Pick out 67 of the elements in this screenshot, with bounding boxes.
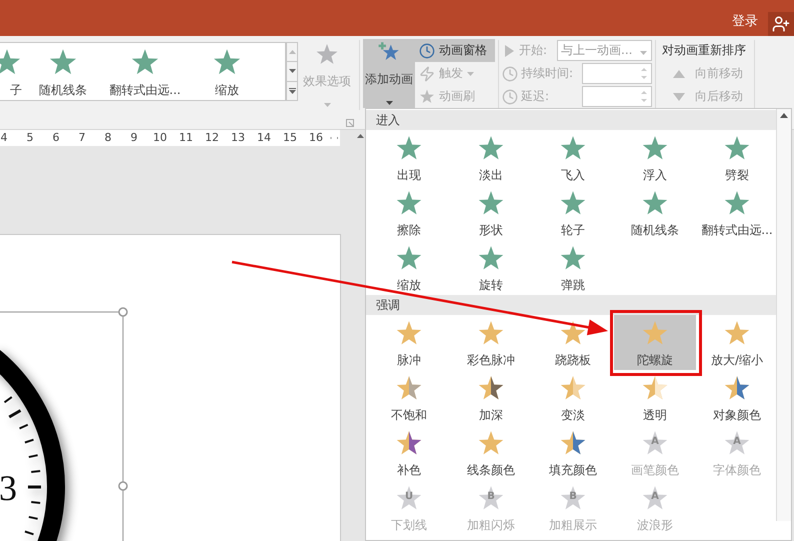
icon-letter: B bbox=[568, 491, 578, 502]
account-button[interactable] bbox=[768, 12, 794, 36]
play-icon bbox=[502, 44, 516, 58]
down-triangle-icon bbox=[673, 92, 685, 100]
field-label: 开始: bbox=[519, 42, 548, 59]
scroll-up-icon bbox=[780, 113, 788, 118]
animation-option[interactable]: 淡出 bbox=[450, 130, 532, 185]
more-button[interactable] bbox=[286, 82, 298, 101]
lightning-icon bbox=[419, 66, 435, 82]
animation-option[interactable]: 不饱和 bbox=[368, 370, 450, 425]
caret-icon bbox=[386, 101, 392, 105]
animation-option[interactable]: 线条颜色 bbox=[450, 425, 532, 480]
spinner-arrows-icon bbox=[640, 89, 648, 104]
animation-option[interactable]: 劈裂 bbox=[696, 130, 778, 185]
field-label: 延迟: bbox=[521, 88, 550, 105]
animation-option[interactable]: 随机线条 bbox=[614, 185, 696, 240]
gallery-item[interactable]: 翻转式由远... bbox=[104, 43, 186, 100]
sign-in-link[interactable]: 登录 bbox=[732, 12, 758, 30]
scroll-down-button[interactable] bbox=[286, 62, 298, 82]
caret-icon bbox=[467, 72, 474, 76]
icon-letter: A bbox=[650, 491, 660, 502]
up-arrow-icon bbox=[288, 50, 296, 54]
icon-letter: B bbox=[486, 491, 496, 502]
scroll-up-icon bbox=[356, 134, 364, 138]
clock-icon bbox=[419, 42, 435, 58]
field-label: 持续时间: bbox=[521, 65, 574, 82]
icon-letter: A bbox=[732, 436, 742, 447]
clock-icon bbox=[502, 88, 518, 104]
animation-option[interactable]: 弹跳 bbox=[532, 240, 614, 295]
icon-letter: U bbox=[404, 491, 414, 502]
spinner-arrows-icon bbox=[640, 66, 648, 81]
spinner-field[interactable] bbox=[582, 86, 652, 107]
animation-option[interactable]: 加深 bbox=[450, 370, 532, 425]
caret-icon bbox=[640, 50, 647, 54]
up-triangle-icon bbox=[673, 70, 685, 78]
icon-letter: A bbox=[650, 436, 660, 447]
menu-scrollbar[interactable] bbox=[776, 109, 791, 521]
add-animation-button[interactable]: 添加动画 bbox=[363, 39, 415, 108]
animation-option[interactable]: 出现 bbox=[368, 130, 450, 185]
gallery-item[interactable]: 子 bbox=[0, 43, 22, 100]
animation-option[interactable]: 旋转 bbox=[450, 240, 532, 295]
ribbon-button[interactable]: 动画窗格 bbox=[415, 39, 495, 62]
animation-option[interactable]: 轮子 bbox=[532, 185, 614, 240]
gallery-item[interactable]: 随机线条 bbox=[22, 43, 104, 100]
caret-icon bbox=[288, 69, 296, 74]
animation-option[interactable]: 形状 bbox=[450, 185, 532, 240]
spinner-field[interactable] bbox=[582, 63, 652, 84]
group-title: 对动画重新排序 bbox=[661, 42, 747, 59]
animation-option[interactable]: 陀螺旋 bbox=[610, 310, 702, 376]
animation-option[interactable]: 填充颜色 bbox=[532, 425, 614, 480]
animation-option[interactable]: 飞入 bbox=[532, 130, 614, 185]
animation-option[interactable]: 补色 bbox=[368, 425, 450, 480]
dialog-launcher-icon[interactable] bbox=[346, 119, 354, 127]
caret-icon bbox=[324, 103, 330, 107]
animation-option[interactable]: 擦除 bbox=[368, 185, 450, 240]
animation-option[interactable]: 彩色脉冲 bbox=[450, 315, 532, 370]
clock-numeral: 3 bbox=[0, 468, 17, 508]
clock-icon bbox=[502, 66, 518, 82]
animation-option[interactable]: 脉冲 bbox=[368, 315, 450, 370]
gallery-item[interactable]: 缩放 bbox=[186, 43, 268, 100]
animation-option[interactable]: 浮入 bbox=[614, 130, 696, 185]
section-header: 强调 bbox=[366, 295, 776, 315]
expand-icon bbox=[288, 88, 296, 94]
animation-option[interactable]: 翻转式由远... bbox=[696, 185, 778, 240]
animation-option[interactable]: 缩放 bbox=[368, 240, 450, 295]
section-header: 进入 bbox=[366, 110, 776, 130]
brush-star-icon bbox=[419, 88, 435, 104]
